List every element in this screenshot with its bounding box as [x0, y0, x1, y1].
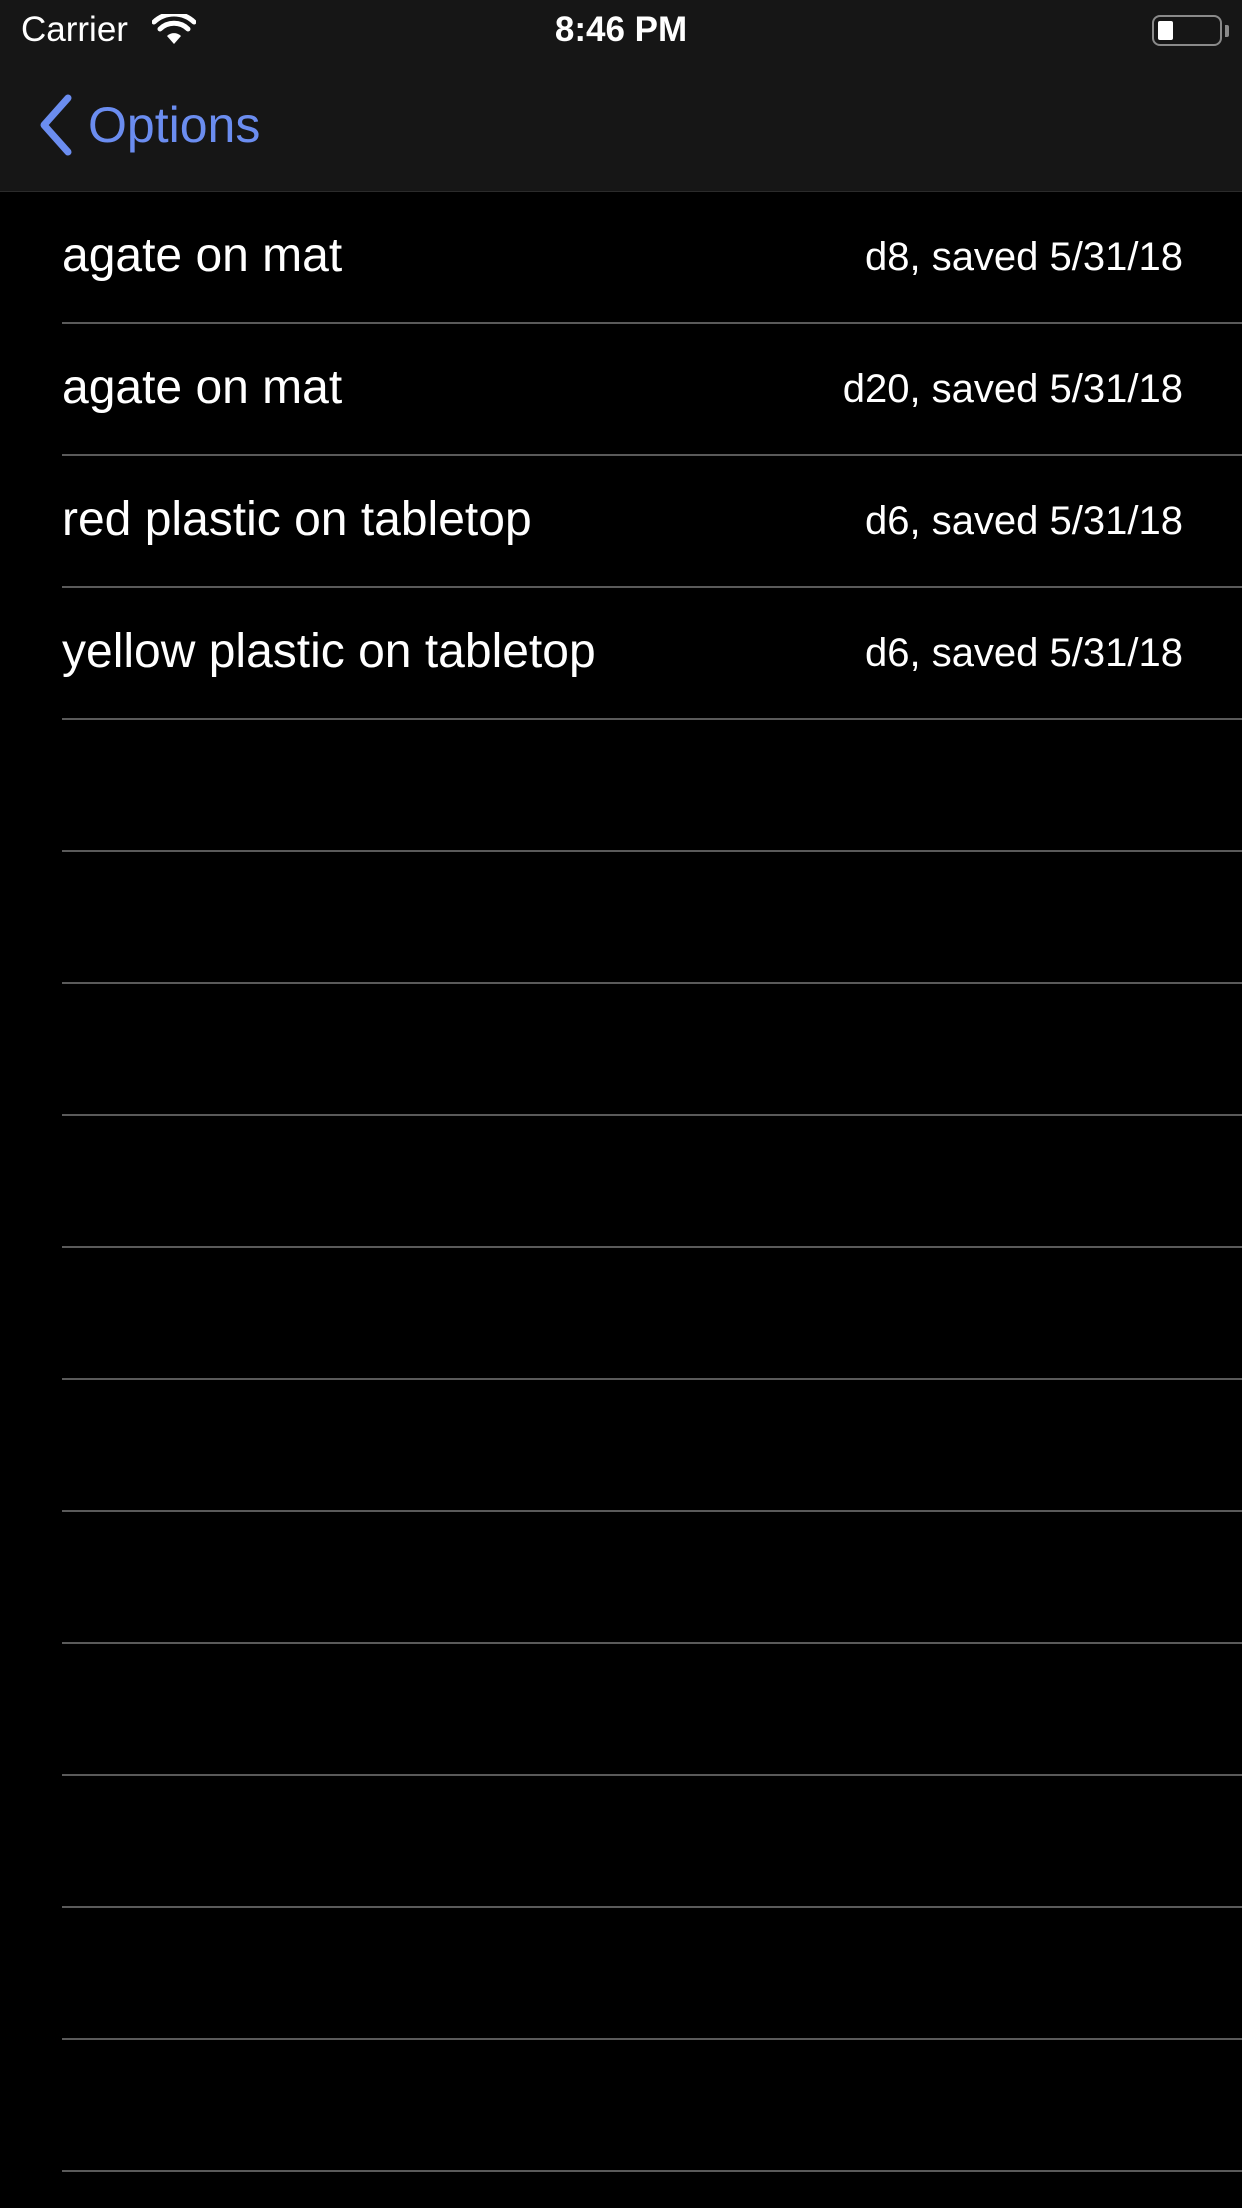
chevron-left-icon	[40, 94, 72, 156]
empty-row	[0, 1116, 1242, 1248]
list-item-detail: d6, saved 5/31/18	[864, 499, 1183, 543]
battery-level	[1158, 21, 1173, 40]
battery-cap	[1225, 25, 1229, 37]
list-item[interactable]: red plastic on tabletop d6, saved 5/31/1…	[0, 456, 1242, 588]
back-button[interactable]: Options	[36, 90, 260, 160]
empty-row	[0, 852, 1242, 984]
list-item-detail: d6, saved 5/31/18	[864, 631, 1183, 675]
saved-items-list: agate on mat d8, saved 5/31/18 agate on …	[0, 192, 1242, 2172]
list-item-title: yellow plastic on tabletop	[62, 625, 596, 678]
status-bar: Carrier 8:46 PM	[0, 0, 1242, 60]
status-time: 8:46 PM	[554, 10, 688, 49]
empty-row	[0, 720, 1242, 852]
back-button-label: Options	[88, 97, 261, 153]
empty-row	[0, 1644, 1242, 1776]
list-item-title: agate on mat	[62, 229, 343, 282]
empty-row	[0, 1380, 1242, 1512]
empty-row	[0, 2040, 1242, 2172]
empty-row	[0, 1908, 1242, 2040]
navigation-bar: Options	[0, 60, 1242, 192]
list-item[interactable]: agate on mat d8, saved 5/31/18	[0, 192, 1242, 324]
empty-row	[0, 1776, 1242, 1908]
list-item-detail: d20, saved 5/31/18	[842, 367, 1183, 411]
list-item-title: agate on mat	[62, 361, 343, 414]
empty-row	[0, 1248, 1242, 1380]
battery-icon	[1152, 15, 1222, 46]
list-item-title: red plastic on tabletop	[62, 493, 532, 546]
list-item[interactable]: agate on mat d20, saved 5/31/18	[0, 324, 1242, 456]
list-item[interactable]: yellow plastic on tabletop d6, saved 5/3…	[0, 588, 1242, 720]
list-item-detail: d8, saved 5/31/18	[864, 235, 1183, 279]
empty-row	[0, 1512, 1242, 1644]
empty-row	[0, 984, 1242, 1116]
